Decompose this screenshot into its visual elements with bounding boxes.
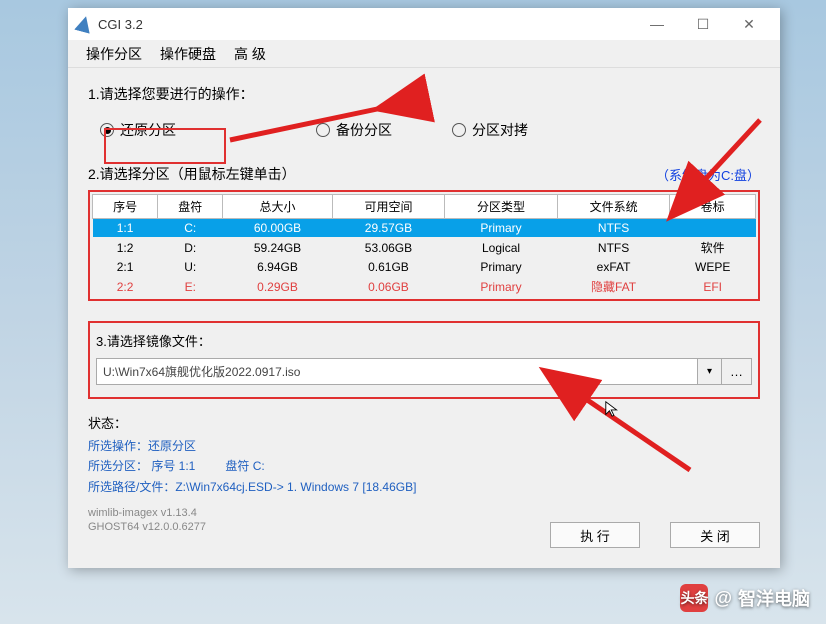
step2-label: 2.请选择分区（用鼠标左键单击）: [88, 164, 296, 184]
status-title: 状态：: [88, 413, 760, 432]
ellipsis-icon: …: [730, 364, 743, 379]
menubar: 操作分区 操作硬盘 高 级: [68, 40, 780, 68]
status-drive: 盘符 C:: [225, 456, 264, 476]
table-row[interactable]: 2:1 U: 6.94GB 0.61GB Primary exFAT WEPE: [93, 258, 756, 276]
radio-clone-label: 分区对拷: [472, 120, 528, 140]
menu-disk[interactable]: 操作硬盘: [160, 44, 216, 64]
radio-backup[interactable]: 备份分区: [316, 120, 392, 140]
table-row[interactable]: 2:2 E: 0.29GB 0.06GB Primary 隐藏FAT EFI: [93, 276, 756, 297]
execute-button[interactable]: 执 行: [550, 522, 640, 548]
partition-table[interactable]: 序号 盘符 总大小 可用空间 分区类型 文件系统 卷标 1:1 C: 60.00…: [92, 194, 756, 297]
status-block: 所选操作：还原分区 所选分区： 序号 1:1 盘符 C: 所选路径/文件：Z:\…: [88, 436, 760, 497]
radio-dot-icon: [316, 123, 330, 137]
watermark: 头条 @ 智洋电脑: [680, 584, 810, 612]
col-drive: 盘符: [158, 195, 223, 219]
maximize-button[interactable]: ☐: [680, 8, 726, 40]
step3-label: 3.请选择镜像文件：: [96, 331, 752, 350]
titlebar: CGI 3.2 — ☐ ✕: [68, 8, 780, 40]
step1-label: 1.请选择您要进行的操作：: [88, 84, 760, 104]
status-partition: 所选分区： 序号 1:1: [88, 456, 195, 476]
watermark-text: 智洋电脑: [738, 585, 810, 611]
menu-partition[interactable]: 操作分区: [86, 44, 142, 64]
watermark-at: @: [714, 588, 732, 609]
col-index: 序号: [93, 195, 158, 219]
table-row[interactable]: 1:2 D: 59.24GB 53.06GB Logical NTFS 软件: [93, 237, 756, 258]
app-window: CGI 3.2 — ☐ ✕ 操作分区 操作硬盘 高 级 1.请选择您要进行的操作…: [68, 8, 780, 568]
image-path-combo[interactable]: U:\Win7x64旗舰优化版2022.0917.iso: [96, 358, 698, 385]
radio-restore-label: 还原分区: [120, 120, 176, 140]
content-area: 1.请选择您要进行的操作： 还原分区 备份分区 分区对拷 2.请选择分区（用鼠标…: [68, 68, 780, 543]
radio-backup-label: 备份分区: [336, 120, 392, 140]
status-path: 所选路径/文件：Z:\Win7x64cj.ESD-> 1. Windows 7 …: [88, 477, 760, 497]
minimize-button[interactable]: —: [634, 8, 680, 40]
table-row[interactable]: 1:1 C: 60.00GB 29.57GB Primary NTFS: [93, 219, 756, 238]
version-wimlib: wimlib-imagex v1.13.4: [88, 507, 760, 519]
partition-table-wrap: 序号 盘符 总大小 可用空间 分区类型 文件系统 卷标 1:1 C: 60.00…: [88, 190, 760, 301]
image-path-value: U:\Win7x64旗舰优化版2022.0917.iso: [103, 363, 300, 380]
radio-dot-icon: [100, 123, 114, 137]
step3-wrap: 3.请选择镜像文件： U:\Win7x64旗舰优化版2022.0917.iso …: [88, 321, 760, 399]
radio-clone[interactable]: 分区对拷: [452, 120, 528, 140]
chevron-down-icon: ▾: [707, 366, 712, 377]
radio-dot-icon: [452, 123, 466, 137]
radio-restore[interactable]: 还原分区: [100, 120, 176, 140]
combo-dropdown-button[interactable]: ▾: [698, 358, 722, 385]
col-total: 总大小: [223, 195, 332, 219]
status-operation: 所选操作：还原分区: [88, 436, 760, 456]
app-icon: [74, 14, 94, 34]
close-window-button[interactable]: ✕: [726, 8, 772, 40]
close-button[interactable]: 关 闭: [670, 522, 760, 548]
col-free: 可用空间: [332, 195, 445, 219]
col-type: 分区类型: [445, 195, 558, 219]
col-label: 卷标: [670, 195, 756, 219]
watermark-icon: 头条: [680, 584, 708, 612]
menu-advanced[interactable]: 高 级: [234, 44, 266, 64]
operation-radio-group: 还原分区 备份分区 分区对拷: [88, 114, 760, 150]
window-title: CGI 3.2: [98, 17, 143, 32]
browse-button[interactable]: …: [722, 358, 752, 385]
system-disk-note: （系统盘为C:盘）: [656, 165, 760, 184]
col-fs: 文件系统: [557, 195, 670, 219]
